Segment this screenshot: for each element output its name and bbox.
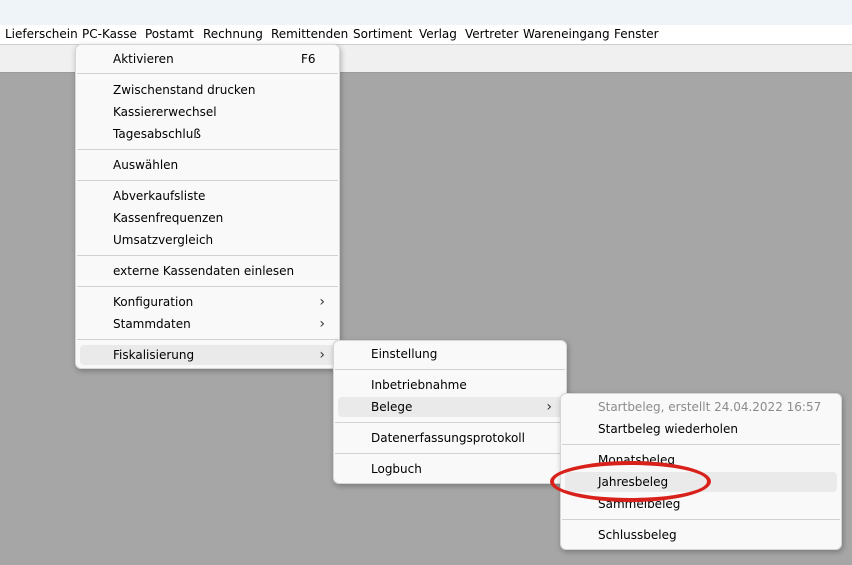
menu-verlag[interactable]: Verlag [419, 27, 457, 41]
chevron-right-icon: › [546, 399, 552, 415]
menu-separator [77, 180, 338, 181]
fiskalisierung-submenu: Einstellung Inbetriebnahme Belege › Date… [333, 340, 567, 484]
menu-separator [562, 444, 840, 445]
chevron-right-icon: › [319, 347, 325, 363]
menu-item-stammdaten[interactable]: Stammdaten › [80, 314, 335, 334]
menu-separator [562, 519, 840, 520]
menu-item-label: Startbeleg, erstellt 24.04.2022 16:57 [598, 400, 822, 414]
menu-separator [335, 453, 565, 454]
menu-item-kassenfrequenzen[interactable]: Kassenfrequenzen [80, 208, 335, 228]
menu-item-kassiererwechsel[interactable]: Kassiererwechsel [80, 102, 335, 122]
menu-vertreter[interactable]: Vertreter [465, 27, 518, 41]
menu-rechnung[interactable]: Rechnung [203, 27, 263, 41]
menu-bar: Lieferschein PC-Kasse Postamt Rechnung R… [0, 25, 852, 45]
menu-fenster[interactable]: Fenster [614, 27, 659, 41]
menu-lieferschein[interactable]: Lieferschein [5, 27, 78, 41]
menu-item-auswaehlen[interactable]: Auswählen [80, 155, 335, 175]
menu-separator [335, 422, 565, 423]
menu-item-label: Inbetriebnahme [371, 378, 467, 392]
menu-item-label: externe Kassendaten einlesen [113, 264, 295, 278]
menu-item-belege[interactable]: Belege › [338, 397, 562, 417]
menu-item-startbeleg-erstellt: Startbeleg, erstellt 24.04.2022 16:57 [565, 397, 837, 417]
menu-item-label: Einstellung [371, 347, 438, 361]
menu-item-datenerfassungsprotokoll[interactable]: Datenerfassungsprotokoll [338, 428, 562, 448]
menu-wareneingang[interactable]: Wareneingang [523, 27, 610, 41]
title-bar [0, 0, 852, 25]
menu-item-label: Schlussbeleg [598, 528, 677, 542]
menu-postamt[interactable]: Postamt [145, 27, 194, 41]
menu-item-inbetriebnahme[interactable]: Inbetriebnahme [338, 375, 562, 395]
menu-item-label: Fiskalisierung [113, 348, 195, 362]
menu-item-label: Konfiguration [113, 295, 194, 309]
menu-item-label: Tagesabschluß [113, 127, 201, 141]
menu-item-einstellung[interactable]: Einstellung [338, 344, 562, 364]
menu-item-label: Kassenfrequenzen [113, 211, 224, 225]
pc-kasse-menu: Aktivieren F6 Zwischenstand drucken Kass… [75, 44, 340, 369]
menu-item-zwischenstand-drucken[interactable]: Zwischenstand drucken [80, 80, 335, 100]
menu-separator [77, 255, 338, 256]
menu-item-label: Datenerfassungsprotokoll [371, 431, 525, 445]
shortcut-label: F6 [301, 52, 316, 66]
menu-item-tagesabschluss[interactable]: Tagesabschluß [80, 124, 335, 144]
menu-item-konfiguration[interactable]: Konfiguration › [80, 292, 335, 312]
menu-separator [335, 369, 565, 370]
menu-item-label: Umsatzvergleich [113, 233, 214, 247]
menu-item-label: Abverkaufsliste [113, 189, 206, 203]
menu-item-umsatzvergleich[interactable]: Umsatzvergleich [80, 230, 335, 250]
menu-item-label: Logbuch [371, 462, 422, 476]
menu-pc-kasse[interactable]: PC-Kasse [82, 27, 137, 41]
menu-item-externe-kassendaten[interactable]: externe Kassendaten einlesen [80, 261, 335, 281]
menu-item-abverkaufsliste[interactable]: Abverkaufsliste [80, 186, 335, 206]
menu-item-aktivieren[interactable]: Aktivieren F6 [80, 49, 335, 69]
menu-item-schlussbeleg[interactable]: Schlussbeleg [565, 525, 837, 545]
menu-item-startbeleg-wiederholen[interactable]: Startbeleg wiederholen [565, 419, 837, 439]
menu-sortiment[interactable]: Sortiment [353, 27, 412, 41]
menu-item-label: Stammdaten [113, 317, 191, 331]
menu-item-label: Auswählen [113, 158, 179, 172]
menu-item-fiskalisierung[interactable]: Fiskalisierung › [80, 345, 335, 365]
menu-item-label: Aktivieren [113, 52, 174, 66]
menu-item-label: Kassiererwechsel [113, 105, 217, 119]
menu-item-logbuch[interactable]: Logbuch [338, 459, 562, 479]
menu-item-label: Belege [371, 400, 413, 414]
chevron-right-icon: › [319, 316, 325, 332]
chevron-right-icon: › [319, 294, 325, 310]
menu-separator [77, 149, 338, 150]
menu-separator [77, 73, 338, 74]
annotation-highlight-oval [550, 461, 711, 502]
menu-separator [77, 339, 338, 340]
menu-item-label: Startbeleg wiederholen [598, 422, 738, 436]
menu-separator [77, 286, 338, 287]
menu-remittenden[interactable]: Remittenden [271, 27, 348, 41]
menu-item-label: Zwischenstand drucken [113, 83, 256, 97]
